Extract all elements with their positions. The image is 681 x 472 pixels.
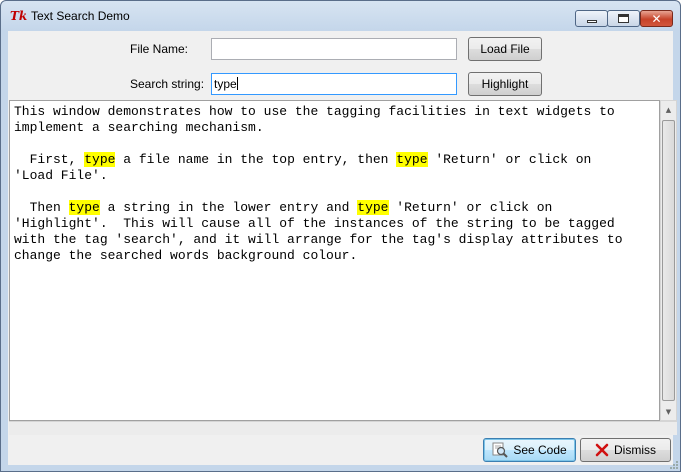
search-string-input[interactable]: type (211, 73, 457, 95)
text-line: change the searched words background col… (14, 248, 358, 263)
see-code-label: See Code (513, 443, 567, 457)
minimize-button[interactable] (575, 10, 608, 27)
search-highlight: type (84, 152, 116, 167)
search-string-value: type (214, 77, 237, 91)
search-highlight: type (68, 200, 100, 215)
minimize-icon (576, 11, 607, 26)
dismiss-label: Dismiss (614, 443, 656, 457)
client-area: File Name: Load File Search string: type… (8, 31, 677, 465)
text-content: This window demonstrates how to use the … (14, 104, 623, 264)
highlight-button[interactable]: Highlight (468, 72, 542, 96)
bottom-divider (9, 421, 677, 435)
search-string-label: Search string: (130, 77, 205, 91)
file-name-input[interactable] (211, 38, 457, 60)
scroll-down-arrow-icon[interactable]: ▼ (661, 403, 676, 420)
tk-logo-icon: Tk (10, 9, 28, 23)
close-button[interactable]: ✕ (640, 10, 673, 27)
resize-grip-icon[interactable] (668, 459, 678, 469)
text-line (14, 184, 623, 200)
text-line: with the tag 'search', and it will arran… (14, 232, 623, 247)
title-bar[interactable]: Tk Text Search Demo ✕ (1, 1, 680, 31)
red-x-icon (595, 443, 609, 457)
text-line: 'Highlight'. This will cause all of the … (14, 216, 615, 231)
maximize-button[interactable] (607, 10, 640, 27)
magnifier-icon (492, 442, 509, 458)
load-file-button[interactable]: Load File (468, 37, 542, 61)
file-name-label: File Name: (130, 42, 189, 56)
text-line (14, 136, 623, 152)
text-line: This window demonstrates how to use the … (14, 104, 615, 119)
scroll-thumb[interactable] (662, 120, 675, 401)
scroll-up-arrow-icon[interactable]: ▲ (661, 101, 676, 118)
search-highlight: type (396, 152, 428, 167)
close-icon: ✕ (651, 11, 662, 26)
search-highlight: type (357, 200, 389, 215)
text-cursor (236, 77, 238, 90)
text-line: Then type a string in the lower entry an… (14, 200, 553, 215)
vertical-scrollbar[interactable]: ▲ ▼ (660, 100, 677, 421)
maximize-icon (608, 11, 639, 26)
dismiss-button[interactable]: Dismiss (580, 438, 671, 462)
app-window: Tk Text Search Demo ✕ File Name: Load Fi… (0, 0, 681, 472)
text-line: implement a searching mechanism. (14, 120, 264, 135)
window-title: Text Search Demo (31, 9, 130, 23)
text-line: 'Load File'. (14, 168, 108, 183)
text-widget[interactable]: This window demonstrates how to use the … (9, 100, 660, 421)
see-code-button[interactable]: See Code (483, 438, 576, 462)
text-line: First, type a file name in the top entry… (14, 152, 592, 167)
